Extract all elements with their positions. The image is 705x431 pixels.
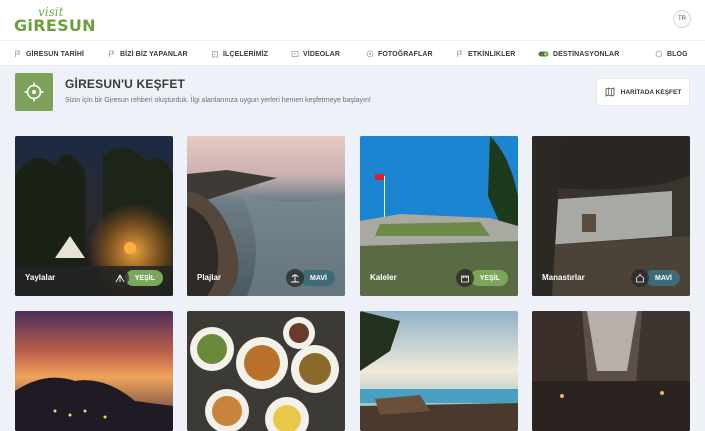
category-card-food[interactable] (187, 311, 345, 431)
category-card-manastirlar[interactable]: Manastırlar MAVİ (532, 136, 690, 296)
card-badge: MAVİ (286, 269, 335, 287)
category-card-pool[interactable] (360, 311, 518, 431)
card-image (15, 311, 173, 431)
category-card-kaleler[interactable]: Kaleler YEŞİL (360, 136, 518, 296)
flag-icon (14, 50, 22, 58)
explore-on-map-button[interactable]: HARİTADA KEŞFET (597, 79, 689, 105)
beach-icon (286, 269, 305, 287)
flag-icon (108, 50, 116, 58)
map-button-label: HARİTADA KEŞFET (620, 88, 682, 96)
camera-icon (366, 50, 374, 58)
nav-item-label: BİZİ BİZ YAPANLAR (120, 50, 188, 58)
nav-item-label: FOTOĞRAFLAR (378, 50, 433, 58)
nav-item-videolar[interactable]: VİDEOLAR (291, 41, 340, 67)
chat-icon (655, 50, 663, 58)
main-nav: GİRESUN TARİHİ BİZİ BİZ YAPANLAR İLÇELER… (0, 40, 705, 66)
building-icon (211, 50, 219, 58)
flag-icon (456, 50, 464, 58)
toggle-icon (538, 50, 549, 58)
card-image (187, 311, 345, 431)
category-card-plajlar[interactable]: Plajlar MAVİ (187, 136, 345, 296)
nav-item-label: ETKİNLİKLER (468, 50, 516, 58)
castle-icon (455, 269, 474, 287)
monastery-icon (631, 269, 650, 287)
card-label: Kaleler (370, 273, 397, 282)
nav-item-fotograflar[interactable]: FOTOĞRAFLAR (366, 41, 433, 67)
video-icon (291, 50, 299, 58)
nav-item-etkinlikler[interactable]: ETKİNLİKLER (456, 41, 515, 67)
card-badge-text: MAVİ (300, 270, 335, 286)
card-badge: YEŞİL (110, 269, 163, 287)
card-badge-text: MAVİ (645, 270, 680, 286)
nav-item-label: GİRESUN TARİHİ (26, 50, 85, 58)
tent-icon (110, 269, 129, 287)
site-header: visit GiRESUN TR (0, 0, 705, 40)
card-image (360, 311, 518, 431)
nav-item-blog[interactable]: BLOG (655, 41, 688, 67)
nav-item-label: DESTİNASYONLAR (553, 50, 620, 58)
nav-item-bizi-biz-yapanlar[interactable]: BİZİ BİZ YAPANLAR (108, 41, 188, 67)
category-card-street[interactable] (532, 311, 690, 431)
card-image (532, 311, 690, 431)
compass-icon (15, 73, 53, 111)
card-label: Plajlar (197, 273, 222, 282)
map-icon (605, 87, 615, 97)
card-label: Yaylalar (25, 273, 56, 282)
nav-item-label: İLÇELERİMİZ (223, 50, 269, 58)
card-badge: YEŞİL (455, 269, 508, 287)
nav-item-giresun-tarihi[interactable]: GİRESUN TARİHİ (14, 41, 84, 67)
language-switcher[interactable]: TR (673, 10, 691, 28)
card-badge-text: YEŞİL (124, 270, 163, 286)
category-card-yaylalar[interactable]: Yaylalar YEŞİL (15, 136, 173, 296)
logo-main-text: GiRESUN (14, 16, 96, 35)
nav-item-ilcelerimiz[interactable]: İLÇELERİMİZ (211, 41, 268, 67)
card-badge: MAVİ (631, 269, 680, 287)
site-logo[interactable]: visit GiRESUN (14, 5, 96, 35)
nav-item-label: VİDEOLAR (303, 50, 340, 58)
page-subtitle: Sizin için bir Giresun rehberi oluşturdu… (65, 97, 371, 104)
nav-item-label: BLOG (667, 50, 688, 58)
card-label: Manastırlar (542, 273, 585, 282)
card-badge-text: YEŞİL (469, 270, 508, 286)
nav-item-destinasyonlar[interactable]: DESTİNASYONLAR (538, 41, 619, 67)
page-title: GİRESUN'U KEŞFET (65, 77, 186, 91)
category-card-sunset[interactable] (15, 311, 173, 431)
